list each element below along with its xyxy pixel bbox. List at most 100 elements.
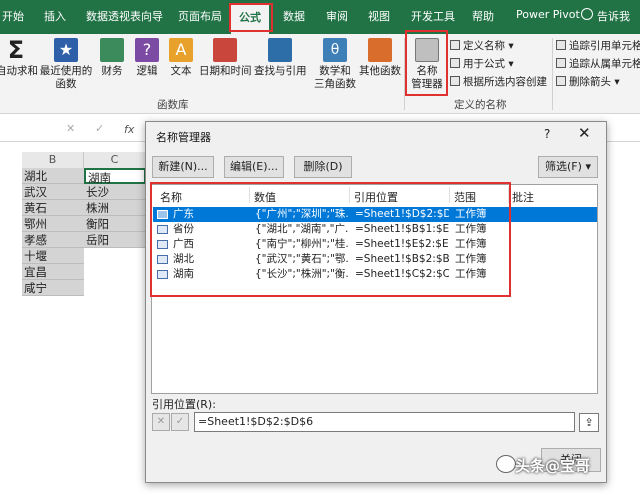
tab-highlight-box [229, 3, 273, 32]
tag-icon [450, 40, 460, 50]
dialog-title: 名称管理器 [156, 131, 211, 144]
confirm-icon[interactable]: ✓ [95, 122, 104, 135]
name-manager-dialog: 名称管理器 ? ✕ 新建(N)... 编辑(E)... 删除(D) 筛选(F) … [145, 121, 607, 483]
text-button[interactable]: A 文本 [167, 38, 195, 78]
refers-to-input[interactable]: =Sheet1!$D$2:$D$6 [194, 412, 575, 432]
more-functions-button[interactable]: 其他函数 [358, 38, 402, 78]
trace-precedents-button[interactable]: 追踪引用单元格 [556, 38, 640, 53]
edit-name-button[interactable]: 编辑(E)... [224, 156, 284, 178]
cell-c2[interactable]: 长沙 [84, 184, 146, 200]
tab-home[interactable]: 开始 [2, 8, 24, 24]
filter-button[interactable]: 筛选(F) ▾ [538, 156, 598, 178]
create-from-selection-label: 根据所选内容创建 [463, 76, 547, 88]
tab-developer[interactable]: 开发工具 [411, 8, 455, 24]
chevron-down-icon: ▾ [585, 160, 591, 173]
datetime-label: 日期和时间 [199, 65, 252, 77]
logical-button[interactable]: ? 逻辑 [133, 38, 161, 78]
cell-c3[interactable]: 株洲 [84, 200, 146, 216]
column-header-c[interactable]: C [84, 152, 146, 168]
define-name-label: 定义名称 [463, 40, 505, 52]
group-label-defined-names: 定义的名称 [454, 99, 507, 111]
cell-b5[interactable]: 孝感 [22, 232, 84, 248]
close-icon[interactable]: ✕ [578, 124, 591, 142]
watermark-logo-icon [496, 455, 516, 473]
cell-b2[interactable]: 武汉 [22, 184, 84, 200]
collapse-dialog-icon[interactable]: ⇪ [579, 413, 599, 432]
theta-book-icon: θ [323, 38, 347, 62]
cell-c4[interactable]: 衡阳 [84, 216, 146, 232]
tab-review[interactable]: 审阅 [326, 8, 348, 24]
name-manager-highlight-box [405, 30, 448, 96]
text-label: 文本 [170, 65, 192, 77]
math-label-1: 数学和 [319, 65, 351, 77]
group-divider-2 [552, 38, 553, 110]
cell-c1[interactable]: 湖南 [84, 168, 146, 185]
cell-b8[interactable]: 咸宁 [22, 280, 84, 296]
clock-book-icon [213, 38, 237, 62]
trace-dependents-button[interactable]: 追踪从属单元格 [556, 56, 640, 71]
names-list-highlight-box [150, 182, 511, 297]
tab-insert[interactable]: 插入 [44, 8, 66, 24]
cell-b4[interactable]: 鄂州 [22, 216, 84, 232]
lightbulb-icon [581, 8, 593, 20]
formula-tag-icon [450, 58, 460, 68]
column-comment[interactable]: 批注 [512, 189, 534, 205]
filter-label: 筛选(F) [545, 160, 582, 173]
refers-to-label: 引用位置(R): [152, 398, 216, 411]
tab-tell-me[interactable]: 告诉我 [597, 8, 630, 24]
tab-pivot-wizard[interactable]: 数据透视表向导 [86, 8, 163, 24]
new-name-button[interactable]: 新建(N)... [152, 156, 214, 178]
trace-dependents-label: 追踪从属单元格 [569, 58, 640, 70]
math-button[interactable]: θ 数学和 三角函数 [313, 38, 357, 91]
cell-b6[interactable]: 十堰 [22, 248, 84, 264]
magnifier-book-icon [268, 38, 292, 62]
recent-functions-button[interactable]: ★ 最近使用的 函数 [38, 38, 94, 91]
cancel-icon[interactable]: ✕ [66, 122, 75, 135]
book-icon [100, 38, 124, 62]
group-label-function-library: 函数库 [157, 99, 189, 111]
cell-b7[interactable]: 宜昌 [22, 264, 84, 280]
cell-c5[interactable]: 岳阳 [84, 232, 146, 248]
datetime-button[interactable]: 日期和时间 [199, 38, 252, 78]
grid-tag-icon [450, 76, 460, 86]
delete-name-button[interactable]: 删除(D) [294, 156, 352, 178]
remove-arrows-button[interactable]: 删除箭头 ▾ [556, 74, 620, 89]
tab-data[interactable]: 数据 [283, 8, 305, 24]
create-from-selection-button[interactable]: 根据所选内容创建 [450, 74, 547, 89]
cell-b3[interactable]: 黄石 [22, 200, 84, 216]
cell-b1[interactable]: 湖北 [22, 168, 84, 184]
tab-help[interactable]: 帮助 [472, 8, 494, 24]
tab-power-pivot[interactable]: Power Pivot [516, 8, 580, 21]
arrow-right-icon [556, 40, 566, 50]
tab-view[interactable]: 视图 [368, 8, 390, 24]
confirm-edit-icon[interactable]: ✓ [171, 413, 189, 431]
use-in-formula-label: 用于公式 [463, 58, 505, 70]
arrow-left-icon [556, 58, 566, 68]
eraser-icon [556, 76, 566, 86]
autosum-label: 自动求和 [0, 65, 38, 77]
remove-arrows-label: 删除箭头 [569, 76, 611, 88]
more-book-icon [368, 38, 392, 62]
financial-button[interactable]: 财务 [98, 38, 126, 78]
fx-icon[interactable]: fx [124, 123, 134, 136]
define-name-button[interactable]: 定义名称 ▾ [450, 38, 514, 53]
logical-label: 逻辑 [136, 65, 158, 77]
ribbon-formulas: Σ 自动求和 ★ 最近使用的 函数 财务 ? 逻辑 A 文本 日期和时间 查找与… [0, 34, 640, 114]
financial-label: 财务 [101, 65, 123, 77]
trace-precedents-label: 追踪引用单元格 [569, 40, 640, 52]
lookup-label: 查找与引用 [254, 65, 307, 77]
text-book-icon: A [169, 38, 193, 62]
math-label-2: 三角函数 [314, 78, 356, 90]
use-in-formula-button[interactable]: 用于公式 ▾ [450, 56, 514, 71]
help-icon[interactable]: ? [544, 127, 550, 141]
cancel-edit-icon[interactable]: ✕ [152, 413, 170, 431]
sigma-icon: Σ [7, 36, 25, 64]
lookup-button[interactable]: 查找与引用 [254, 38, 307, 78]
column-header-b[interactable]: B [22, 152, 84, 168]
question-book-icon: ? [135, 38, 159, 62]
tab-page-layout[interactable]: 页面布局 [178, 8, 222, 24]
recent-label-1: 最近使用的 [39, 65, 93, 77]
autosum-button[interactable]: Σ 自动求和 [0, 36, 38, 78]
ribbon-tab-bar: 开始 插入 数据透视表向导 页面布局 公式 数据 审阅 视图 开发工具 帮助 P… [0, 0, 640, 34]
watermark: 头条@宝哥 [515, 457, 591, 475]
